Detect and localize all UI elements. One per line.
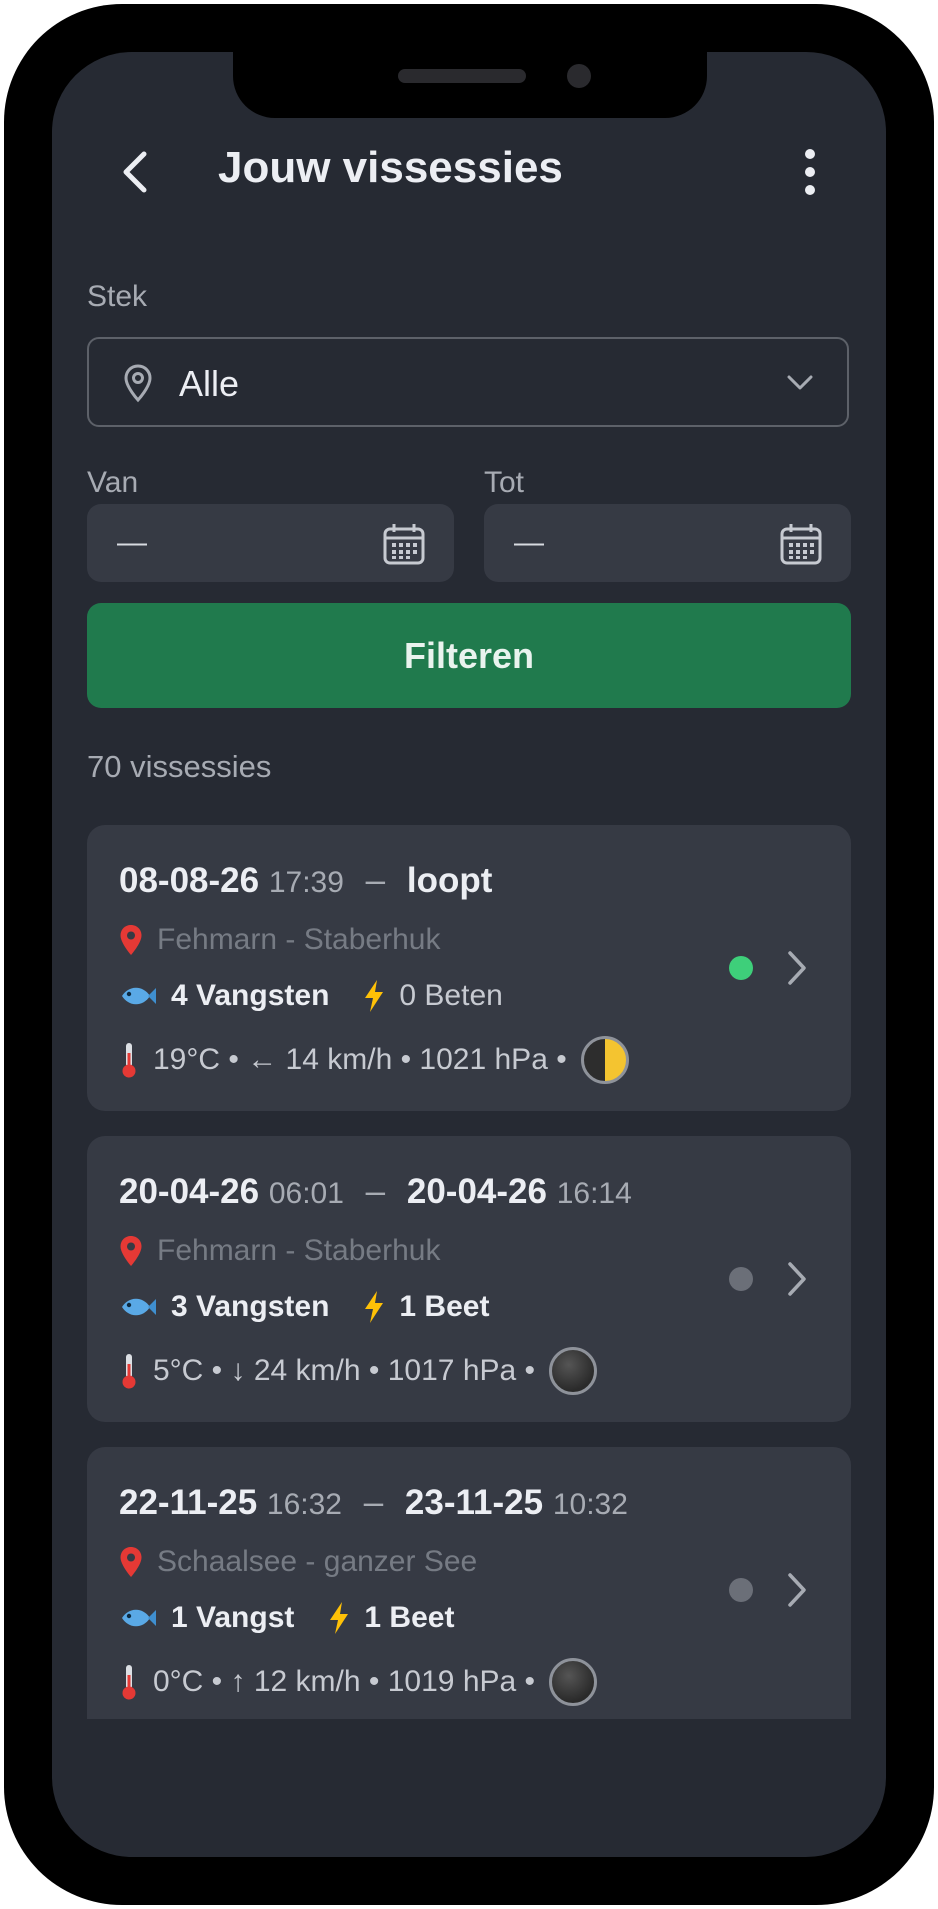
location-name: Schaalsee - ganzer See <box>157 1545 478 1578</box>
session-card[interactable]: 22-11-25 16:32 – 23-11-25 10:32 Schaalse… <box>87 1447 851 1719</box>
chevron-right-icon <box>788 1262 806 1296</box>
van-date-field[interactable]: — <box>87 504 454 582</box>
thermometer-icon <box>122 1043 136 1078</box>
location-name: Fehmarn - Staberhuk <box>157 923 441 956</box>
more-menu-button[interactable] <box>790 144 830 200</box>
weather-summary: 5°C • ↓ 24 km/h • 1017 hPa • <box>153 1354 536 1387</box>
start-time: 16:32 <box>266 1488 342 1521</box>
front-camera <box>567 64 591 88</box>
thermometer-icon <box>122 1354 136 1389</box>
chevron-right-icon <box>788 1573 806 1607</box>
van-date-value: — <box>117 526 147 559</box>
session-card[interactable]: 20-04-26 06:01 – 20-04-26 16:14 Fehmarn … <box>87 1136 851 1422</box>
van-label: Van <box>87 466 139 499</box>
map-pin-icon <box>120 925 142 955</box>
location-pin-icon <box>124 364 152 403</box>
lightning-icon <box>365 980 384 1012</box>
start-time: 06:01 <box>268 1177 344 1210</box>
session-dates: 08-08-26 17:39 – loopt <box>119 861 492 901</box>
back-button[interactable] <box>112 144 160 200</box>
session-stats: 3 Vangsten 1 Beet <box>119 1290 489 1324</box>
calendar-icon <box>780 524 822 565</box>
end-time: 10:32 <box>552 1488 628 1521</box>
start-date: 08-08-26 <box>119 861 260 900</box>
date-separator: – <box>365 861 386 900</box>
date-separator: – <box>365 1172 386 1211</box>
session-dates: 20-04-26 06:01 – 20-04-26 16:14 <box>119 1172 632 1212</box>
session-weather: 0°C • ↑ 12 km/h • 1019 hPa • <box>119 1658 598 1706</box>
end-time: 16:14 <box>556 1177 632 1210</box>
bite-count: 1 Beet <box>399 1290 490 1323</box>
end-date: 20-04-26 <box>406 1172 547 1211</box>
moon-phase-icon <box>580 1036 629 1084</box>
session-card[interactable]: 08-08-26 17:39 – loopt Fehmarn - Staberh… <box>87 825 851 1111</box>
weather-summary: 19°C • ← 14 km/h • 1021 hPa • <box>153 1043 567 1076</box>
more-vertical-icon <box>805 149 815 195</box>
session-weather: 5°C • ↓ 24 km/h • 1017 hPa • <box>119 1347 598 1395</box>
catch-count: 4 Vangsten <box>171 979 330 1012</box>
catch-count: 3 Vangsten <box>171 1290 330 1323</box>
chevron-left-icon <box>123 151 147 193</box>
calendar-icon <box>383 524 425 565</box>
weather-summary: 0°C • ↑ 12 km/h • 1019 hPa • <box>153 1665 536 1698</box>
location-name: Fehmarn - Staberhuk <box>157 1234 441 1267</box>
fish-icon <box>122 987 156 1005</box>
session-stats: 4 Vangsten 0 Beten <box>119 979 503 1013</box>
thermometer-icon <box>122 1665 136 1700</box>
moon-phase-icon <box>549 1347 598 1395</box>
stek-value: Alle <box>179 363 240 404</box>
page-title: Jouw vissessies <box>218 143 563 192</box>
end-date: loopt <box>406 861 493 900</box>
status-dot <box>729 1578 753 1602</box>
map-pin-icon <box>120 1236 142 1266</box>
notch <box>233 52 707 118</box>
session-location: Schaalsee - ganzer See <box>119 1545 477 1579</box>
filter-button[interactable]: Filteren <box>87 603 851 708</box>
tot-date-field[interactable]: — <box>484 504 851 582</box>
end-date: 23-11-25 <box>404 1483 544 1522</box>
speaker <box>398 69 526 83</box>
bite-count: 1 Beet <box>364 1601 455 1634</box>
status-dot <box>729 956 753 980</box>
stek-select[interactable]: Alle <box>87 337 849 427</box>
tot-date-value: — <box>514 526 544 559</box>
start-date: 20-04-26 <box>119 1172 260 1211</box>
chevron-right-icon <box>788 951 806 985</box>
session-count: 70 vissessies <box>87 749 272 784</box>
session-dates: 22-11-25 16:32 – 23-11-25 10:32 <box>119 1483 628 1523</box>
map-pin-icon <box>120 1547 142 1577</box>
bite-count: 0 Beten <box>399 979 503 1012</box>
stek-label: Stek <box>87 280 148 313</box>
fish-icon <box>122 1298 156 1316</box>
session-location: Fehmarn - Staberhuk <box>119 1234 440 1268</box>
fish-icon <box>122 1609 156 1627</box>
session-weather: 19°C • ← 14 km/h • 1021 hPa • <box>119 1036 629 1084</box>
status-dot <box>729 1267 753 1291</box>
session-location: Fehmarn - Staberhuk <box>119 923 440 957</box>
catch-count: 1 Vangst <box>171 1601 295 1634</box>
start-time: 17:39 <box>268 866 344 899</box>
session-stats: 1 Vangst 1 Beet <box>119 1601 454 1635</box>
start-date: 22-11-25 <box>119 1483 258 1522</box>
chevron-down-icon <box>787 375 813 390</box>
date-separator: – <box>363 1483 384 1522</box>
lightning-icon <box>330 1602 349 1634</box>
moon-phase-icon <box>549 1658 598 1706</box>
tot-label: Tot <box>484 466 525 499</box>
lightning-icon <box>365 1291 384 1323</box>
